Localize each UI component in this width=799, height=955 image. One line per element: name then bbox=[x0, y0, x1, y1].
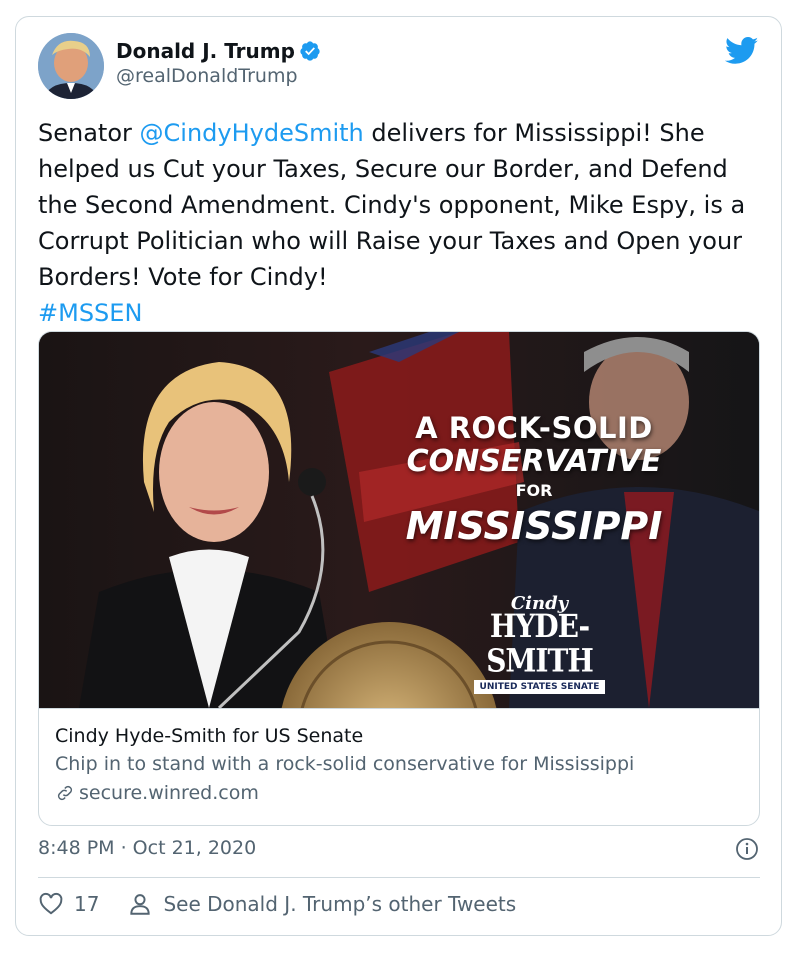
headline-line: MISSISSIPPI bbox=[405, 504, 663, 548]
tweet-timestamp[interactable]: 8:48 PM · Oct 21, 2020 bbox=[38, 837, 256, 859]
link-domain-text[interactable]: secure.winred.com bbox=[79, 779, 259, 807]
headline-line: A ROCK-SOLID bbox=[415, 411, 653, 445]
like-button[interactable]: 17 bbox=[38, 891, 127, 917]
info-icon[interactable] bbox=[735, 837, 759, 861]
tweet-text-part: Senator bbox=[38, 119, 140, 147]
link-description: Chip in to stand with a rock-solid conse… bbox=[55, 753, 635, 775]
author-handle[interactable]: @realDonaldTrump bbox=[116, 65, 321, 87]
see-other-tweets-link[interactable]: See Donald J. Trump’s other Tweets bbox=[127, 891, 516, 917]
logo-last-name: HYDE-SMITH bbox=[486, 607, 594, 680]
action-bar: 17 See Donald J. Trump’s other Tweets bbox=[38, 891, 516, 917]
author-name[interactable]: Donald J. Trump bbox=[116, 39, 295, 63]
headline-line: FOR bbox=[515, 481, 553, 500]
heart-icon bbox=[39, 892, 63, 915]
author-block[interactable]: Donald J. Trump @realDonaldTrump bbox=[116, 39, 321, 87]
see-other-tweets-label[interactable]: See Donald J. Trump’s other Tweets bbox=[163, 892, 516, 916]
like-count: 17 bbox=[74, 892, 100, 916]
headline-overlay: A ROCK-SOLID CONSERVATIVE FOR MISSISSIPP… bbox=[369, 412, 699, 550]
link-title[interactable]: Cindy Hyde-Smith for US Senate bbox=[55, 723, 745, 749]
link-meta[interactable]: Cindy Hyde-Smith for US Senate Chip in t… bbox=[39, 708, 759, 825]
campaign-logo: Cindy HYDE-SMITH UNITED STATES SENATE bbox=[457, 594, 622, 694]
divider bbox=[38, 877, 760, 878]
hashtag-link[interactable]: #MSSEN bbox=[38, 299, 142, 327]
logo-subtitle: UNITED STATES SENATE bbox=[473, 680, 606, 694]
link-icon bbox=[57, 785, 73, 801]
headline-line: CONSERVATIVE bbox=[406, 444, 662, 479]
link-preview-card[interactable]: A ROCK-SOLID CONSERVATIVE FOR MISSISSIPP… bbox=[38, 331, 760, 826]
twitter-bird-icon[interactable] bbox=[725, 37, 759, 65]
link-domain[interactable]: secure.winred.com bbox=[55, 779, 745, 807]
tweet-card: Donald J. Trump @realDonaldTrump Senator… bbox=[15, 16, 782, 936]
verified-badge-icon bbox=[300, 41, 320, 61]
tweet-text: Senator @CindyHydeSmith delivers for Mis… bbox=[38, 115, 768, 331]
person-icon bbox=[130, 894, 151, 915]
mention-link[interactable]: @CindyHydeSmith bbox=[140, 119, 364, 147]
avatar[interactable] bbox=[38, 33, 104, 99]
preview-image[interactable]: A ROCK-SOLID CONSERVATIVE FOR MISSISSIPP… bbox=[39, 332, 759, 708]
